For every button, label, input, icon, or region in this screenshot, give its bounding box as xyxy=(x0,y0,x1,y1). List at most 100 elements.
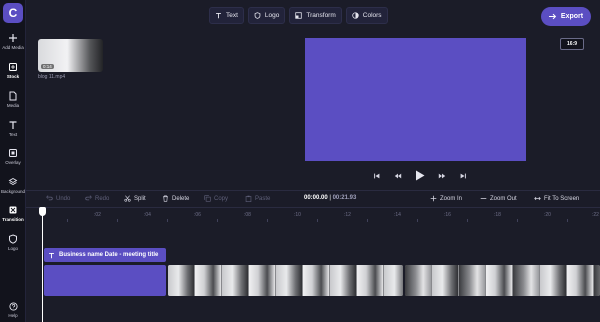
zoom-out-label: Zoom Out xyxy=(490,195,517,202)
fit-to-screen-button[interactable]: Fit To Screen xyxy=(534,195,579,202)
media-thumbnail[interactable]: 0:14 xyxy=(38,39,103,72)
text-clip-title: Business name Date - meeting title xyxy=(59,252,159,258)
scissors-icon xyxy=(124,195,131,202)
tick-label: :06 xyxy=(194,212,201,218)
current-time: 00:00.00 xyxy=(304,195,328,201)
timeline-ruler[interactable]: 0 :02 :04 :06 :08 :10 :12 :14 :16 :18 :2… xyxy=(26,208,600,222)
sidebar-item-label: Background xyxy=(0,189,26,194)
aspect-ratio-button[interactable]: 16:9 xyxy=(560,38,584,50)
video-clip[interactable] xyxy=(168,265,403,296)
timeline-toolbar: Undo Redo Split Delete Copy Paste 00:00.… xyxy=(26,190,600,208)
video-frame xyxy=(432,265,459,296)
copy-icon xyxy=(204,195,211,202)
time-readout: 00:00.00 | 00:21.93 xyxy=(304,195,356,201)
sidebar: C Add Media Stock Media Text Overlay Bac… xyxy=(0,0,26,322)
video-frame xyxy=(513,265,540,296)
sidebar-item-label: Media xyxy=(6,103,20,108)
tick-label: :22 xyxy=(592,212,599,218)
delete-button[interactable]: Delete xyxy=(162,195,189,202)
sidebar-item-text[interactable]: Text xyxy=(0,120,26,137)
video-frame xyxy=(168,265,195,296)
tick-mark xyxy=(67,219,68,222)
text-clip[interactable]: Business name Date - meeting title xyxy=(44,248,166,262)
redo-icon xyxy=(85,195,92,201)
video-frame xyxy=(540,265,567,296)
undo-label: Undo xyxy=(56,195,71,202)
transform-tool-button[interactable]: Transform xyxy=(289,7,342,24)
copy-button[interactable]: Copy xyxy=(204,195,228,202)
split-button[interactable]: Split xyxy=(124,195,146,202)
copy-label: Copy xyxy=(214,195,229,202)
sidebar-item-transition[interactable]: Transition xyxy=(0,205,26,222)
app-logo[interactable]: C xyxy=(3,3,23,23)
playhead-handle[interactable] xyxy=(39,207,46,216)
skip-to-start-icon[interactable] xyxy=(373,172,381,180)
tick-label: :10 xyxy=(294,212,301,218)
logo-tool-button[interactable]: Logo xyxy=(247,7,286,24)
sidebar-item-add-media[interactable]: Add Media xyxy=(0,33,26,50)
tick-mark xyxy=(317,219,318,222)
text-tool-button[interactable]: Text xyxy=(209,7,244,24)
sidebar-item-label: Logo xyxy=(7,246,18,251)
playback-controls xyxy=(373,170,467,181)
fit-to-screen-icon xyxy=(534,196,541,201)
sidebar-item-stock[interactable]: Stock xyxy=(0,62,26,79)
arrow-right-icon xyxy=(548,13,557,20)
video-frame xyxy=(486,265,513,296)
tick-label: :14 xyxy=(394,212,401,218)
text-icon xyxy=(216,12,221,19)
zoom-in-button[interactable]: Zoom In xyxy=(430,195,462,202)
video-frame xyxy=(303,265,330,296)
tick-label: :18 xyxy=(494,212,501,218)
help-icon xyxy=(8,302,18,311)
rewind-icon[interactable] xyxy=(394,172,402,180)
plus-icon xyxy=(430,195,437,202)
transition-icon xyxy=(9,206,17,214)
video-frame xyxy=(459,265,486,296)
video-frame xyxy=(567,265,594,296)
video-frame xyxy=(594,265,600,296)
redo-button[interactable]: Redo xyxy=(85,195,109,202)
paste-button[interactable]: Paste xyxy=(245,195,270,202)
fast-forward-icon[interactable] xyxy=(438,172,446,180)
top-toolbar: Text Logo Transform Colors xyxy=(209,7,388,25)
help-label: Help xyxy=(8,313,18,318)
video-preview[interactable] xyxy=(305,38,526,161)
undo-button[interactable]: Undo xyxy=(46,195,70,202)
sidebar-item-logo[interactable]: Logo xyxy=(0,234,26,251)
sidebar-item-label: Add Media xyxy=(2,45,24,50)
tick-mark xyxy=(267,219,268,222)
sidebar-item-background[interactable]: Background xyxy=(0,177,26,194)
logo-tool-label: Logo xyxy=(264,12,280,19)
redo-label: Redo xyxy=(95,195,110,202)
minus-icon xyxy=(480,198,487,199)
delete-label: Delete xyxy=(172,195,190,202)
zoom-out-button[interactable]: Zoom Out xyxy=(480,195,517,202)
tick-mark xyxy=(567,219,568,222)
video-frame xyxy=(357,265,384,296)
sidebar-item-label: Overlay xyxy=(5,160,21,165)
video-clip[interactable] xyxy=(405,265,600,296)
tick-label: :16 xyxy=(444,212,451,218)
tick-label: :02 xyxy=(94,212,101,218)
sidebar-item-media[interactable]: Media xyxy=(0,91,26,108)
paste-label: Paste xyxy=(255,195,271,202)
split-label: Split xyxy=(134,195,146,202)
help-button[interactable]: Help xyxy=(0,302,26,318)
tick-label: :12 xyxy=(344,212,351,218)
undo-icon xyxy=(46,195,53,201)
colors-tool-button[interactable]: Colors xyxy=(345,7,388,24)
sidebar-item-overlay[interactable]: Overlay xyxy=(0,148,26,165)
export-button[interactable]: Export xyxy=(541,7,591,26)
paste-icon xyxy=(245,195,252,202)
play-icon[interactable] xyxy=(415,170,425,181)
file-icon xyxy=(9,91,17,101)
sidebar-item-label: Transition xyxy=(2,217,24,222)
export-label: Export xyxy=(560,13,584,20)
background-color-clip[interactable] xyxy=(44,265,166,296)
skip-to-end-icon[interactable] xyxy=(459,172,467,180)
tick-mark xyxy=(217,219,218,222)
colors-tool-label: Colors xyxy=(362,12,382,19)
video-frame xyxy=(195,265,222,296)
fit-to-screen-label: Fit To Screen xyxy=(544,195,580,202)
